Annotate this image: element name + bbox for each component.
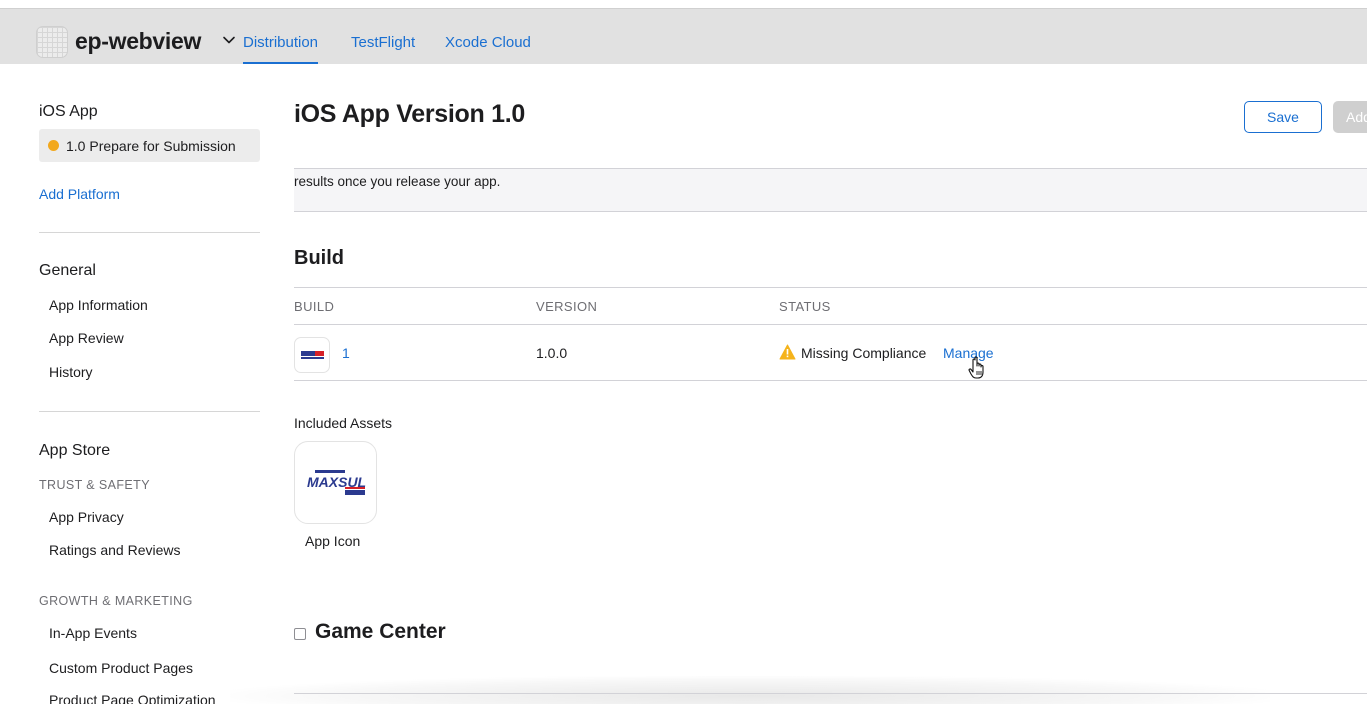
- column-header-version: VERSION: [536, 299, 598, 314]
- bottom-overlay-shadow: [230, 676, 1270, 704]
- app-icon-asset-tile[interactable]: MAXSUL: [294, 441, 377, 524]
- build-status: Missing Compliance: [801, 345, 927, 361]
- column-header-build: BUILD: [294, 299, 335, 314]
- app-placeholder-icon: [36, 26, 68, 58]
- sidebar-item-in-app-events[interactable]: In-App Events: [49, 625, 137, 641]
- build-section-title: Build: [294, 247, 344, 269]
- top-navigation-bar: ep-webview Distribution TestFlight Xcode…: [0, 8, 1367, 64]
- maxsul-logo-icon: MAXSUL: [307, 470, 366, 495]
- table-divider: [294, 324, 1367, 325]
- sidebar-item-app-privacy[interactable]: App Privacy: [49, 509, 124, 525]
- sidebar-category-growth-marketing: GROWTH & MARKETING: [39, 594, 193, 608]
- add-platform-link[interactable]: Add Platform: [39, 186, 120, 202]
- tab-xcode-cloud[interactable]: Xcode Cloud: [445, 34, 531, 51]
- notice-text: results once you release your app.: [294, 174, 501, 189]
- sidebar-item-product-page-optimization[interactable]: Product Page Optimization: [49, 692, 216, 704]
- platform-title: iOS App: [39, 103, 98, 120]
- sidebar-item-app-information[interactable]: App Information: [49, 297, 148, 313]
- sidebar-category-trust-safety: TRUST & SAFETY: [39, 478, 150, 492]
- sidebar-item-ratings-and-reviews[interactable]: Ratings and Reviews: [49, 542, 181, 558]
- hand-pointer-cursor-icon: [968, 356, 984, 379]
- version-status-pill[interactable]: 1.0 Prepare for Submission: [39, 129, 260, 162]
- column-header-status: STATUS: [779, 299, 831, 314]
- window-top-edge: [0, 0, 1367, 8]
- included-assets-label: Included Assets: [294, 415, 393, 431]
- app-icon-asset-label: App Icon: [305, 533, 361, 549]
- add-for-review-button[interactable]: Add: [1333, 101, 1367, 133]
- sidebar-item-app-review[interactable]: App Review: [49, 330, 124, 346]
- game-center-checkbox[interactable]: [294, 628, 306, 640]
- save-button[interactable]: Save: [1244, 101, 1322, 133]
- build-version: 1.0.0: [536, 345, 568, 361]
- chevron-down-icon[interactable]: [222, 33, 236, 47]
- game-center-title: Game Center: [315, 620, 446, 643]
- section-divider: [294, 693, 1367, 694]
- sidebar-item-custom-product-pages[interactable]: Custom Product Pages: [49, 660, 193, 676]
- build-number-link[interactable]: 1: [342, 345, 350, 361]
- sidebar-section-general: General: [39, 262, 96, 279]
- warning-triangle-icon: [779, 344, 796, 360]
- version-pill-label: 1.0 Prepare for Submission: [66, 138, 236, 154]
- page-title: iOS App Version 1.0: [294, 100, 525, 128]
- sidebar-item-history[interactable]: History: [49, 364, 93, 380]
- status-dot-icon: [48, 140, 59, 151]
- table-divider: [294, 380, 1367, 381]
- info-notice: results once you release your app.: [294, 168, 1367, 212]
- sidebar-divider: [39, 411, 260, 412]
- tab-distribution[interactable]: Distribution: [243, 34, 319, 64]
- maxsul-logo-icon: [300, 350, 325, 360]
- sidebar-section-app-store: App Store: [39, 442, 111, 459]
- sidebar-divider: [39, 232, 260, 233]
- app-name[interactable]: ep-webview: [75, 28, 201, 55]
- table-divider: [294, 287, 1367, 288]
- tab-testflight[interactable]: TestFlight: [351, 34, 415, 51]
- build-app-thumbnail: [294, 337, 330, 373]
